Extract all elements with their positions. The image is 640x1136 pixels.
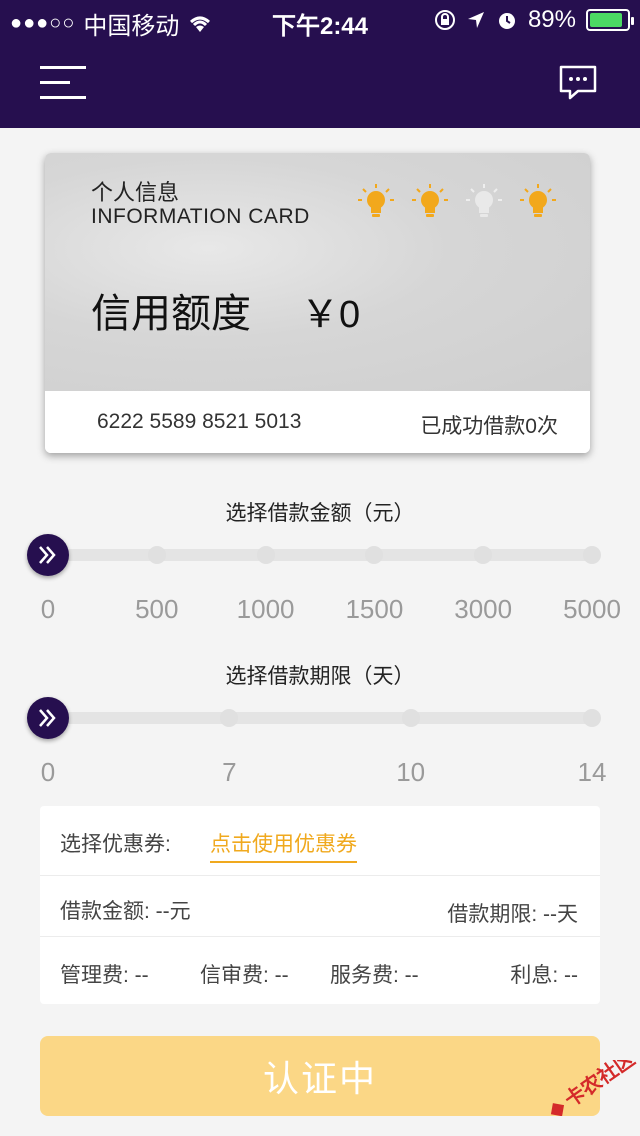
slider-stop[interactable] — [147, 546, 166, 564]
slider-stop[interactable] — [401, 709, 420, 727]
loan-info-panel: 选择优惠券: 点击使用优惠券 借款金额: --元 借款期限: --天 管理费: … — [40, 806, 600, 1004]
slider-tick-label: 5000 — [563, 594, 621, 624]
battery-fill — [590, 13, 623, 27]
slider-tick-label: 14 — [577, 757, 607, 787]
message-icon[interactable] — [558, 64, 598, 100]
service-fee: 服务费: -- — [330, 964, 419, 987]
slider-tick-label: 0 — [40, 757, 56, 787]
slider-stop[interactable] — [583, 546, 601, 564]
interest: 利息: -- — [510, 964, 578, 987]
management-fee: 管理费: -- — [60, 964, 149, 987]
lightbulb-icon — [357, 183, 395, 221]
lightbulb-icon — [465, 183, 503, 221]
certify-button[interactable]: 认证中 — [40, 1036, 600, 1116]
menu-bar — [40, 66, 86, 69]
double-chevron-right-icon — [39, 546, 56, 564]
slider-handle[interactable] — [27, 697, 69, 739]
credit-limit-value: ￥0 — [301, 294, 361, 336]
svg-text:卡农社区: 卡农社区 — [560, 1060, 639, 1112]
slider-tick-label: 1500 — [345, 594, 404, 624]
slider-stop[interactable] — [256, 546, 275, 564]
location-arrow-icon — [467, 12, 484, 28]
slider-tick-label: 500 — [135, 594, 179, 624]
lightbulb-icon — [519, 183, 557, 221]
lightbulb-icon — [411, 183, 449, 221]
loan-count: 已成功借款0次 — [420, 415, 558, 438]
double-chevron-right-icon — [39, 709, 56, 727]
slider-stop[interactable] — [220, 709, 239, 727]
card-subtitle: INFORMATION CARD — [91, 205, 310, 228]
slider-stop[interactable] — [474, 546, 493, 564]
slider-tick-label: 10 — [396, 757, 426, 787]
status-bar: ●●●○○ 中国移动 下午2:44 89% — [0, 0, 640, 40]
alarm-clock-icon — [498, 13, 515, 29]
credit-level-bulbs — [357, 183, 557, 221]
slider-handle[interactable] — [27, 534, 69, 576]
slider-tick-label: 1000 — [236, 594, 295, 624]
divider — [40, 875, 600, 876]
use-coupon-link[interactable]: 点击使用优惠券 — [210, 828, 357, 863]
app-screen: ●●●○○ 中国移动 下午2:44 89% 个人信息 INFORMATION C… — [0, 0, 640, 1136]
menu-button[interactable] — [40, 66, 86, 100]
menu-bar — [40, 96, 86, 99]
review-fee: 信审费: -- — [200, 964, 289, 987]
loan-term: 借款期限: --天 — [447, 903, 578, 926]
top-bar: ●●●○○ 中国移动 下午2:44 89% — [0, 0, 640, 128]
coupon-label: 选择优惠券: — [60, 833, 171, 856]
slider-track[interactable] — [48, 549, 592, 561]
information-card: 个人信息 INFORMATION CARD 信用额度 ￥0 6222 5589 … — [45, 153, 590, 453]
slider-tick-label: 0 — [40, 594, 56, 624]
slider-track[interactable] — [48, 712, 592, 724]
slider-tick-label: 7 — [222, 757, 237, 787]
credit-limit-label: 信用额度 — [91, 292, 251, 336]
card-bottom: 6222 5589 8521 5013 已成功借款0次 — [45, 391, 590, 453]
slider-stop[interactable] — [365, 546, 384, 564]
card-title: 个人信息 — [91, 180, 180, 205]
slider-stop[interactable] — [583, 709, 601, 727]
status-right: 89% — [434, 6, 634, 34]
rotation-lock-icon — [434, 10, 455, 30]
card-number: 6222 5589 8521 5013 — [97, 410, 302, 433]
loan-amount: 借款金额: --元 — [60, 900, 191, 923]
watermark-logo: 卡农社区 — [550, 1060, 639, 1116]
divider — [40, 936, 600, 937]
battery-icon — [586, 9, 634, 31]
amount-slider-title: 选择借款金额（元） — [225, 502, 415, 525]
card-top: 个人信息 INFORMATION CARD 信用额度 ￥0 — [45, 153, 590, 391]
menu-bar — [40, 81, 70, 84]
battery-percent: 89% — [527, 6, 576, 33]
slider-tick-label: 3000 — [454, 594, 513, 624]
term-slider-title: 选择借款期限（天） — [225, 665, 415, 688]
